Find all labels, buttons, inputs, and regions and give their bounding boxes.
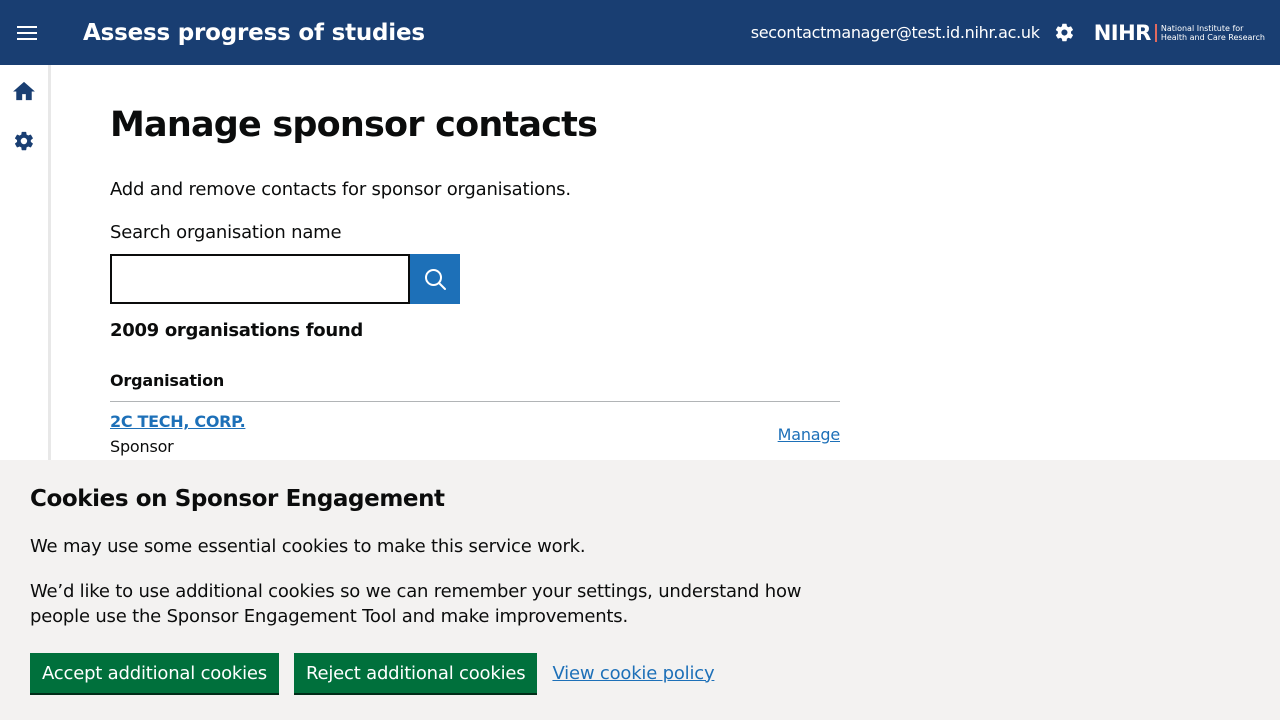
side-nav xyxy=(0,65,51,460)
app-title: Assess progress of studies xyxy=(83,19,425,46)
nihr-logo: NIHR National Institute for Health and C… xyxy=(1094,21,1265,45)
result-count: 2009 organisations found xyxy=(110,320,363,341)
sidebar-item-home[interactable] xyxy=(0,66,48,116)
logo-text: National Institute for Health and Care R… xyxy=(1161,24,1265,42)
organisation-link[interactable]: 2C TECH, CORP. xyxy=(110,412,246,431)
cookie-essential-text: We may use some essential cookies to mak… xyxy=(30,536,586,557)
sidebar-item-settings[interactable] xyxy=(0,116,48,166)
table-header-organisation: Organisation xyxy=(110,371,840,402)
search-input[interactable] xyxy=(110,254,410,304)
cookie-actions: Accept additional cookies Reject additio… xyxy=(30,653,1250,693)
top-header: Assess progress of studies secontactmana… xyxy=(0,0,1280,65)
logo-mark: NIHR xyxy=(1093,20,1152,45)
user-email: secontactmanager@test.id.nihr.ac.uk xyxy=(750,23,1040,42)
organisation-type: Sponsor xyxy=(110,437,174,456)
search-button[interactable] xyxy=(410,254,460,304)
reject-cookies-button[interactable]: Reject additional cookies xyxy=(293,653,538,693)
search-icon xyxy=(425,269,446,290)
accept-cookies-button[interactable]: Accept additional cookies xyxy=(30,653,279,693)
logo-line-2: Health and Care Research xyxy=(1160,32,1265,42)
manage-link[interactable]: Manage xyxy=(778,425,841,444)
main-content: Manage sponsor contacts Add and remove c… xyxy=(110,65,840,462)
header-settings-button[interactable] xyxy=(1054,22,1076,44)
cookie-policy-link[interactable]: View cookie policy xyxy=(552,663,714,684)
home-icon xyxy=(13,81,35,101)
page-title: Manage sponsor contacts xyxy=(110,105,598,145)
table-row: 2C TECH, CORP. Sponsor Manage xyxy=(110,402,840,462)
menu-icon xyxy=(17,25,37,40)
cookie-additional-text: We’d like to use additional cookies so w… xyxy=(30,581,802,627)
gear-icon xyxy=(1056,23,1074,42)
menu-button[interactable] xyxy=(0,0,54,65)
gear-icon xyxy=(14,131,33,151)
search-label: Search organisation name xyxy=(110,222,342,243)
logo-separator xyxy=(1154,23,1157,42)
page-description: Add and remove contacts for sponsor orga… xyxy=(110,179,571,200)
logo-line-1: National Institute for xyxy=(1160,23,1244,33)
search-form xyxy=(110,254,840,304)
header-right: secontactmanager@test.id.nihr.ac.uk NIHR… xyxy=(751,21,1280,45)
cookie-banner-title: Cookies on Sponsor Engagement xyxy=(30,486,445,512)
cookie-banner: Cookies on Sponsor Engagement We may use… xyxy=(0,460,1280,720)
